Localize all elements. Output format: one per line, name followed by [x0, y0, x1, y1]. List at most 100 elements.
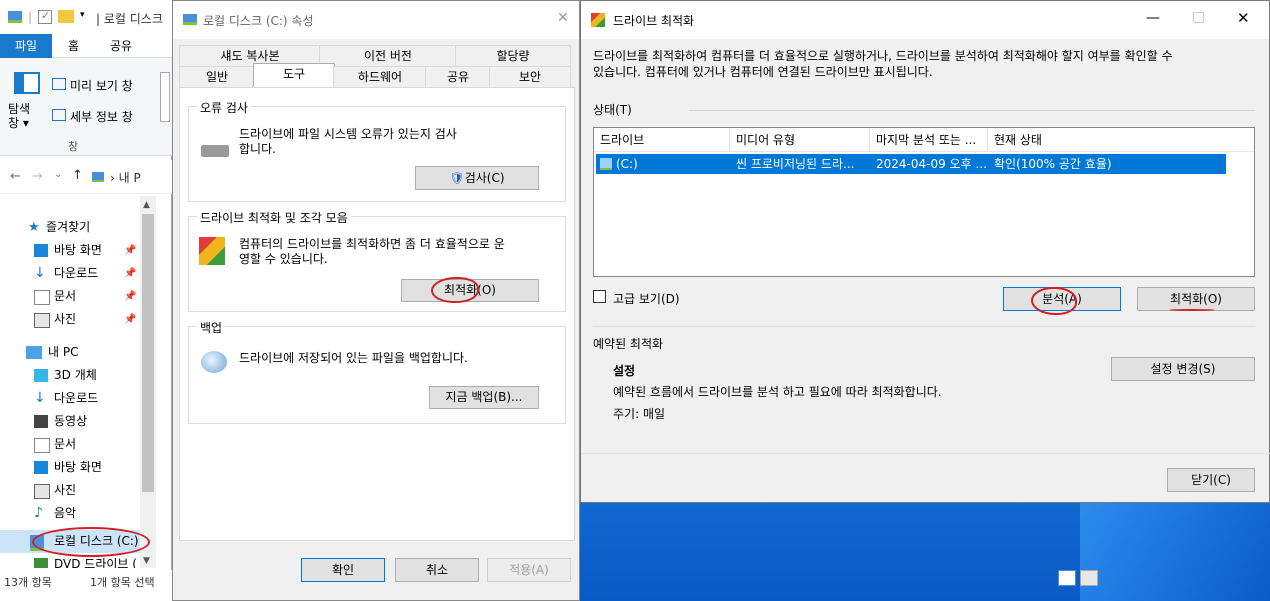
- apply-button[interactable]: 적용(A): [487, 558, 571, 582]
- cancel-button[interactable]: 취소: [395, 558, 479, 582]
- close-icon[interactable]: ✕: [557, 10, 569, 26]
- column-media-type[interactable]: 미디어 유형: [730, 128, 870, 152]
- backup-description: 드라이브에 저장되어 있는 파일을 백업합니다.: [239, 351, 468, 365]
- cube-icon: [34, 369, 48, 382]
- minimize-icon[interactable]: —: [1146, 10, 1160, 26]
- tab-general[interactable]: 일반: [179, 66, 255, 88]
- change-settings-button[interactable]: 설정 변경(S): [1111, 357, 1255, 381]
- annotation-circle-analyze: [1031, 287, 1077, 315]
- status-label: 상태(T): [593, 103, 632, 117]
- tab-row-top: 섀도 복사본 이전 버전 할당량: [179, 45, 571, 67]
- nav-item-videos[interactable]: 동영상: [0, 410, 156, 433]
- cell-drive: (C:): [616, 157, 638, 171]
- advanced-view-label[interactable]: 고급 보기(D): [613, 290, 680, 307]
- pin-icon: 📌: [124, 268, 137, 279]
- tab-tools[interactable]: 도구: [253, 63, 335, 88]
- dvd-drive-icon: [34, 558, 48, 568]
- music-icon: ♪: [34, 505, 43, 521]
- back-arrow-icon[interactable]: ←: [10, 169, 21, 184]
- cell-last-analyzed: 2024-04-09 오후 ...: [876, 157, 987, 171]
- nav-this-pc[interactable]: 내 PC: [0, 341, 156, 364]
- tab-share[interactable]: 공유: [110, 34, 132, 58]
- column-drive[interactable]: 드라이브: [594, 128, 730, 152]
- address-path[interactable]: › 내 P: [110, 169, 141, 186]
- backup-now-button[interactable]: 지금 백업(B)...: [429, 386, 539, 409]
- pictures-icon: [34, 313, 50, 328]
- nav-pane-button[interactable]: 탐색 창 ▾: [8, 102, 30, 130]
- optimizer-title: 드라이브 최적화: [613, 14, 695, 28]
- address-bar: ← → ⌄ ↑ › 내 P: [0, 160, 172, 194]
- checkbox-qat-icon[interactable]: ✓: [38, 9, 52, 24]
- tab-home[interactable]: 홈: [68, 34, 79, 58]
- nav-item-downloads[interactable]: ↓ 다운로드 📌: [0, 262, 156, 285]
- preview-pane-button[interactable]: 미리 보기 창: [70, 77, 133, 94]
- nav-pane-icon[interactable]: [14, 72, 40, 94]
- cell-current-status: 확인(100% 공간 효율): [994, 157, 1112, 171]
- nav-item-pictures[interactable]: 사진 📌: [0, 308, 156, 331]
- details-pane-button[interactable]: 세부 정보 창: [70, 108, 133, 125]
- item-count: 13개 항목: [4, 576, 52, 589]
- details-view-icon[interactable]: [1058, 570, 1076, 586]
- close-icon[interactable]: ✕: [1237, 9, 1250, 27]
- desktop-icon: [34, 244, 48, 257]
- column-current-status[interactable]: 현재 상태: [988, 128, 1226, 152]
- explorer-statusbar: 13개 항목 1개 항목 선택: [0, 570, 172, 601]
- layout-gallery-icon[interactable]: [160, 72, 170, 122]
- pin-icon: 📌: [124, 314, 137, 325]
- optimize-description: 컴퓨터의 드라이브를 최적화하면 좀 더 효율적으로 운 영할 수 있습니다.: [239, 237, 505, 266]
- nav-item-music[interactable]: ♪ 음악: [0, 502, 156, 525]
- scroll-up-icon[interactable]: ▲: [143, 200, 150, 210]
- forward-arrow-icon[interactable]: →: [32, 169, 43, 184]
- check-button[interactable]: 🛡검사(C): [415, 166, 539, 190]
- nav-item-pc-pictures[interactable]: 사진: [0, 479, 156, 502]
- download-icon: ↓: [34, 390, 46, 406]
- nav-item-documents[interactable]: 문서 📌: [0, 285, 156, 308]
- cell-media-type: 씬 프로비저닝된 드라...: [736, 157, 855, 171]
- nav-item-3d-objects[interactable]: 3D 개체: [0, 364, 156, 387]
- qat-dropdown-icon[interactable]: ▾: [80, 10, 85, 20]
- column-last-analyzed[interactable]: 마지막 분석 또는 ...: [870, 128, 988, 152]
- error-check-description: 드라이브에 파일 시스템 오류가 있는지 검사 합니다.: [239, 127, 457, 156]
- nav-quick-access[interactable]: ★ 즐겨찾기: [0, 216, 156, 239]
- up-arrow-icon[interactable]: ↑: [72, 168, 83, 183]
- ribbon-panel: 탐색 창 ▾ 미리 보기 창 세부 정보 창 창: [0, 58, 172, 156]
- folder-qat-icon[interactable]: [58, 10, 74, 23]
- tab-hardware[interactable]: 하드웨어: [333, 66, 427, 88]
- tab-file[interactable]: 파일: [0, 34, 52, 58]
- computer-icon: [26, 346, 42, 359]
- annotation-circle-optimize: [431, 277, 479, 303]
- optimize-drive-button[interactable]: 최적화(O): [1137, 287, 1255, 311]
- recent-dropdown-icon[interactable]: ⌄: [54, 169, 62, 180]
- advanced-view-checkbox[interactable]: [593, 290, 606, 303]
- properties-title: 로컬 디스크 (C:) 속성: [203, 14, 314, 28]
- nav-item-pc-documents[interactable]: 문서: [0, 433, 156, 456]
- tab-sharing[interactable]: 공유: [425, 66, 491, 88]
- large-icons-view-icon[interactable]: [1080, 570, 1098, 586]
- scroll-down-icon[interactable]: ▼: [143, 556, 150, 566]
- nav-item-pc-desktop[interactable]: 바탕 화면: [0, 456, 156, 479]
- annotation-circle-local-disk: [32, 527, 150, 557]
- tab-previous-versions[interactable]: 이전 버전: [319, 45, 457, 67]
- settings-heading: 설정: [613, 364, 636, 378]
- desktop-icon: [34, 461, 48, 474]
- nav-scrollbar-thumb[interactable]: [142, 214, 154, 492]
- tab-security[interactable]: 보안: [489, 66, 571, 88]
- address-drive-icon: [92, 172, 104, 182]
- ok-button[interactable]: 확인: [301, 558, 385, 582]
- close-button[interactable]: 닫기(C): [1167, 468, 1255, 492]
- ribbon-tabs: 파일 홈 공유: [0, 34, 172, 58]
- preview-pane-icon: [52, 78, 66, 90]
- tab-quota[interactable]: 할당량: [455, 45, 571, 67]
- drive-list[interactable]: 드라이브 미디어 유형 마지막 분석 또는 ... 현재 상태 (C:) 씬 프…: [593, 127, 1255, 277]
- properties-dialog: 로컬 디스크 (C:) 속성 ✕ 섀도 복사본 이전 버전 할당량 일반 도구 …: [172, 0, 580, 601]
- defrag-icon: [199, 237, 225, 265]
- drive-row-c[interactable]: (C:) 씬 프로비저닝된 드라... 2024-04-09 오후 ... 확인…: [596, 154, 1226, 174]
- optimize-drives-window: 드라이브 최적화 — ✕ 드라이브를 최적화하여 컴퓨터를 더 효율적으로 실행…: [580, 0, 1270, 503]
- error-check-label: 오류 검사: [197, 99, 251, 116]
- nav-item-desktop[interactable]: 바탕 화면 📌: [0, 239, 156, 262]
- nav-item-pc-downloads[interactable]: ↓ 다운로드: [0, 387, 156, 410]
- annotation-underline-optimize: [1169, 309, 1215, 311]
- explorer-titlebar: | ✓ ▾ | 로컬 디스크: [0, 0, 172, 34]
- file-explorer-window: | ✓ ▾ | 로컬 디스크 파일 홈 공유 탐색 창 ▾ 미리 보기 창 세부…: [0, 0, 172, 601]
- maximize-icon[interactable]: [1193, 12, 1204, 23]
